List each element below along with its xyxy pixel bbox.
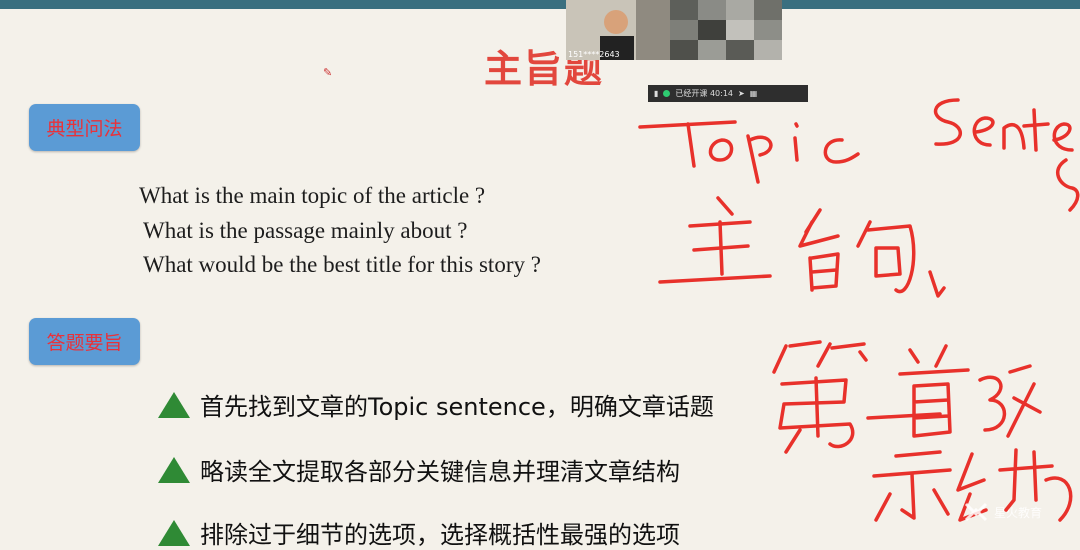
meeting-status-bar[interactable]: ▮ 已经开课 40:14 ➤ ▦ bbox=[648, 85, 808, 102]
question-1: What is the main topic of the article ? bbox=[139, 183, 486, 208]
handwriting-diyishouduan bbox=[772, 340, 1042, 454]
handwriting-topic bbox=[638, 120, 860, 184]
top-bar bbox=[0, 0, 1080, 9]
layout-icon[interactable]: ▦ bbox=[750, 89, 758, 98]
teacher-video-tile[interactable]: 151****2643 bbox=[566, 0, 670, 60]
triangle-bullet-icon bbox=[158, 519, 190, 546]
watermark: 星火教育 bbox=[962, 495, 1072, 529]
watermark-text: 星火教育 bbox=[994, 505, 1043, 520]
pixelated-video-image bbox=[670, 0, 782, 60]
brand-logo-icon bbox=[964, 502, 988, 522]
bullet-1-text: 首先找到文章的Topic sentence，明确文章话题 bbox=[200, 393, 714, 421]
triangle-bullet-icon bbox=[158, 391, 190, 418]
class-timer: 已经开课 40:14 bbox=[675, 89, 734, 98]
bullet-2: 略读全文提取各部分关键信息并理清文章结构 bbox=[158, 452, 680, 487]
pen-cursor-icon: ✎ bbox=[323, 67, 333, 79]
badge-typical-questions: 典型问法 bbox=[29, 104, 140, 151]
bullet-1: 首先找到文章的Topic sentence，明确文章话题 bbox=[158, 387, 714, 422]
handwriting-zhuzhiju bbox=[658, 196, 946, 298]
bullet-3: 排除过于细节的选项，选择概括性最强的选项 bbox=[158, 515, 680, 550]
question-2: What is the passage mainly about ? bbox=[143, 218, 468, 243]
participant-label: 151****2643 bbox=[568, 50, 620, 59]
handwriting-sentence bbox=[933, 98, 1080, 212]
badge-answer-tips: 答题要旨 bbox=[29, 318, 140, 365]
bullet-2-text: 略读全文提取各部分关键信息并理清文章结构 bbox=[200, 458, 680, 486]
signal-icon: ▮ bbox=[654, 89, 659, 98]
pointer-icon[interactable]: ➤ bbox=[738, 89, 745, 98]
student-video-tile[interactable] bbox=[670, 0, 782, 60]
bullet-3-text: 排除过于细节的选项，选择概括性最强的选项 bbox=[200, 521, 680, 549]
triangle-bullet-icon bbox=[158, 456, 190, 483]
recording-indicator-icon bbox=[663, 90, 671, 97]
question-3: What would be the best title for this st… bbox=[143, 252, 541, 277]
